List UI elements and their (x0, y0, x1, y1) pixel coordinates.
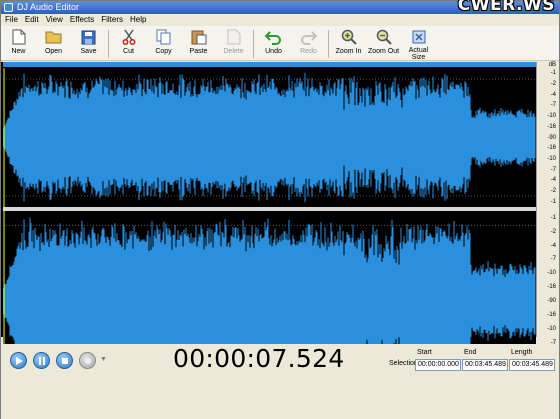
play-icon (15, 356, 23, 365)
title-bar: DJ Audio Editor CWER.WS (1, 0, 559, 15)
zoom-out-button[interactable]: Zoom Out (366, 26, 401, 61)
db-unit-label: dB (548, 62, 556, 68)
stop-button[interactable] (56, 352, 73, 369)
save-disk-icon (80, 28, 98, 46)
db-tick-label: -16 (547, 284, 556, 291)
undo-arrow-icon (265, 28, 283, 46)
toolbar: New Open Save Cut Copy Paste Delete Undo… (1, 26, 559, 61)
zoom-out-icon (375, 28, 393, 46)
zoom-in-label: Zoom In (335, 48, 362, 55)
paste-label: Paste (189, 48, 208, 55)
cut-label: Cut (123, 48, 134, 55)
db-tick-label: -1 (550, 70, 556, 77)
open-button[interactable]: Open (36, 26, 71, 61)
open-label: Open (44, 48, 63, 55)
actual-size-button[interactable]: Actual Size (401, 26, 436, 61)
app-window: DJ Audio Editor CWER.WS File Edit View E… (0, 0, 560, 419)
zoom-in-button[interactable]: Zoom In (331, 26, 366, 61)
selection-start-field[interactable]: 00:00:00.000 (415, 359, 461, 371)
save-label: Save (80, 48, 97, 55)
new-label: New (11, 48, 26, 55)
menu-file[interactable]: File (5, 14, 18, 26)
db-tick-label: -2 (550, 187, 556, 194)
db-tick-label: -10 (547, 155, 556, 162)
pause-icon (38, 356, 45, 365)
start-label: Start (417, 349, 432, 356)
overview-bar[interactable] (3, 62, 536, 67)
db-tick-label: -4 (550, 91, 556, 98)
paste-button[interactable]: Paste (181, 26, 216, 61)
waveform-editor[interactable]: dB -1 -2 -4 -7 -10 -16 -90 -16 -10 -7 -4 -2 -1 -1 -2 -4… (1, 62, 559, 405)
app-icon (4, 3, 13, 12)
db-tick-label: -16 (547, 311, 556, 318)
play-button[interactable] (10, 352, 27, 369)
open-folder-icon (45, 28, 63, 46)
delete-label: Delete (223, 48, 244, 55)
actual-size-icon (410, 28, 428, 45)
toolbar-separator (328, 30, 329, 58)
selection-end-field[interactable]: 00:03:45.489 (462, 359, 508, 371)
db-tick-label: -16 (547, 123, 556, 130)
new-button[interactable]: New (1, 26, 36, 61)
paste-icon (190, 28, 208, 46)
selection-length-field[interactable]: 00:03:45.489 (509, 359, 555, 371)
menu-edit[interactable]: Edit (25, 14, 39, 26)
zoom-in-icon (340, 28, 358, 46)
db-tick-label: -2 (550, 228, 556, 235)
end-label: End (464, 349, 477, 356)
db-tick-label: -4 (550, 177, 556, 184)
watermark: CWER.WS (457, 0, 555, 15)
undo-label: Undo (265, 48, 282, 55)
save-button[interactable]: Save (71, 26, 106, 61)
db-tick-label: -7 (550, 166, 556, 173)
delete-icon (225, 28, 243, 46)
redo-label: Redo (300, 48, 317, 55)
copy-label: Copy (155, 48, 172, 55)
new-icon (10, 28, 28, 46)
db-tick-label: -10 (547, 270, 556, 277)
db-tick-label: -7 (550, 256, 556, 263)
window-title: DJ Audio Editor (17, 2, 80, 12)
toolbar-separator (108, 30, 109, 58)
menu-filters[interactable]: Filters (101, 14, 123, 26)
cut-button[interactable]: Cut (111, 26, 146, 61)
db-tick-label: -1 (550, 198, 556, 205)
menu-effects[interactable]: Effects (70, 14, 94, 26)
db-tick-label: -2 (550, 81, 556, 88)
db-tick-label: -10 (547, 325, 556, 332)
actual-size-label: Actual Size (408, 47, 429, 61)
playback-timecode: 00:00:07.524 (173, 344, 345, 373)
record-button[interactable] (79, 352, 96, 369)
redo-button[interactable]: Redo (291, 26, 326, 61)
redo-arrow-icon (300, 28, 318, 46)
toolbar-separator (253, 30, 254, 58)
chevron-down-icon[interactable]: ▼ (100, 356, 107, 363)
db-tick-label: -4 (550, 242, 556, 249)
stop-icon (61, 357, 68, 364)
left-channel-waveform[interactable] (2, 68, 536, 207)
zoom-out-label: Zoom Out (367, 48, 400, 55)
menu-bar: File Edit View Effects Filters Help (1, 14, 559, 26)
db-tick-label: -16 (547, 145, 556, 152)
record-icon (84, 357, 91, 364)
menu-view[interactable]: View (46, 14, 63, 26)
length-label: Length (511, 349, 533, 356)
undo-button[interactable]: Undo (256, 26, 291, 61)
menu-help[interactable]: Help (130, 14, 146, 26)
copy-button[interactable]: Copy (146, 26, 181, 61)
scissors-icon (120, 28, 138, 46)
db-ruler: dB -1 -2 -4 -7 -10 -16 -90 -16 -10 -7 -4 -2 -1 -1 -2 -4… (536, 62, 559, 387)
waveform-trace (2, 72, 536, 203)
pause-button[interactable] (33, 352, 50, 369)
db-tick-label: -90 (547, 134, 556, 141)
db-tick-label: -1 (550, 214, 556, 221)
db-tick-label: -10 (547, 113, 556, 120)
copy-icon (155, 28, 173, 46)
delete-button[interactable]: Delete (216, 26, 251, 61)
selection-label: Selection (389, 360, 418, 367)
transport-panel: ▼ 00:00:07.524 Selection Start End Lengt… (1, 344, 559, 419)
db-tick-label: -90 (547, 298, 556, 304)
db-tick-label: -7 (550, 102, 556, 109)
